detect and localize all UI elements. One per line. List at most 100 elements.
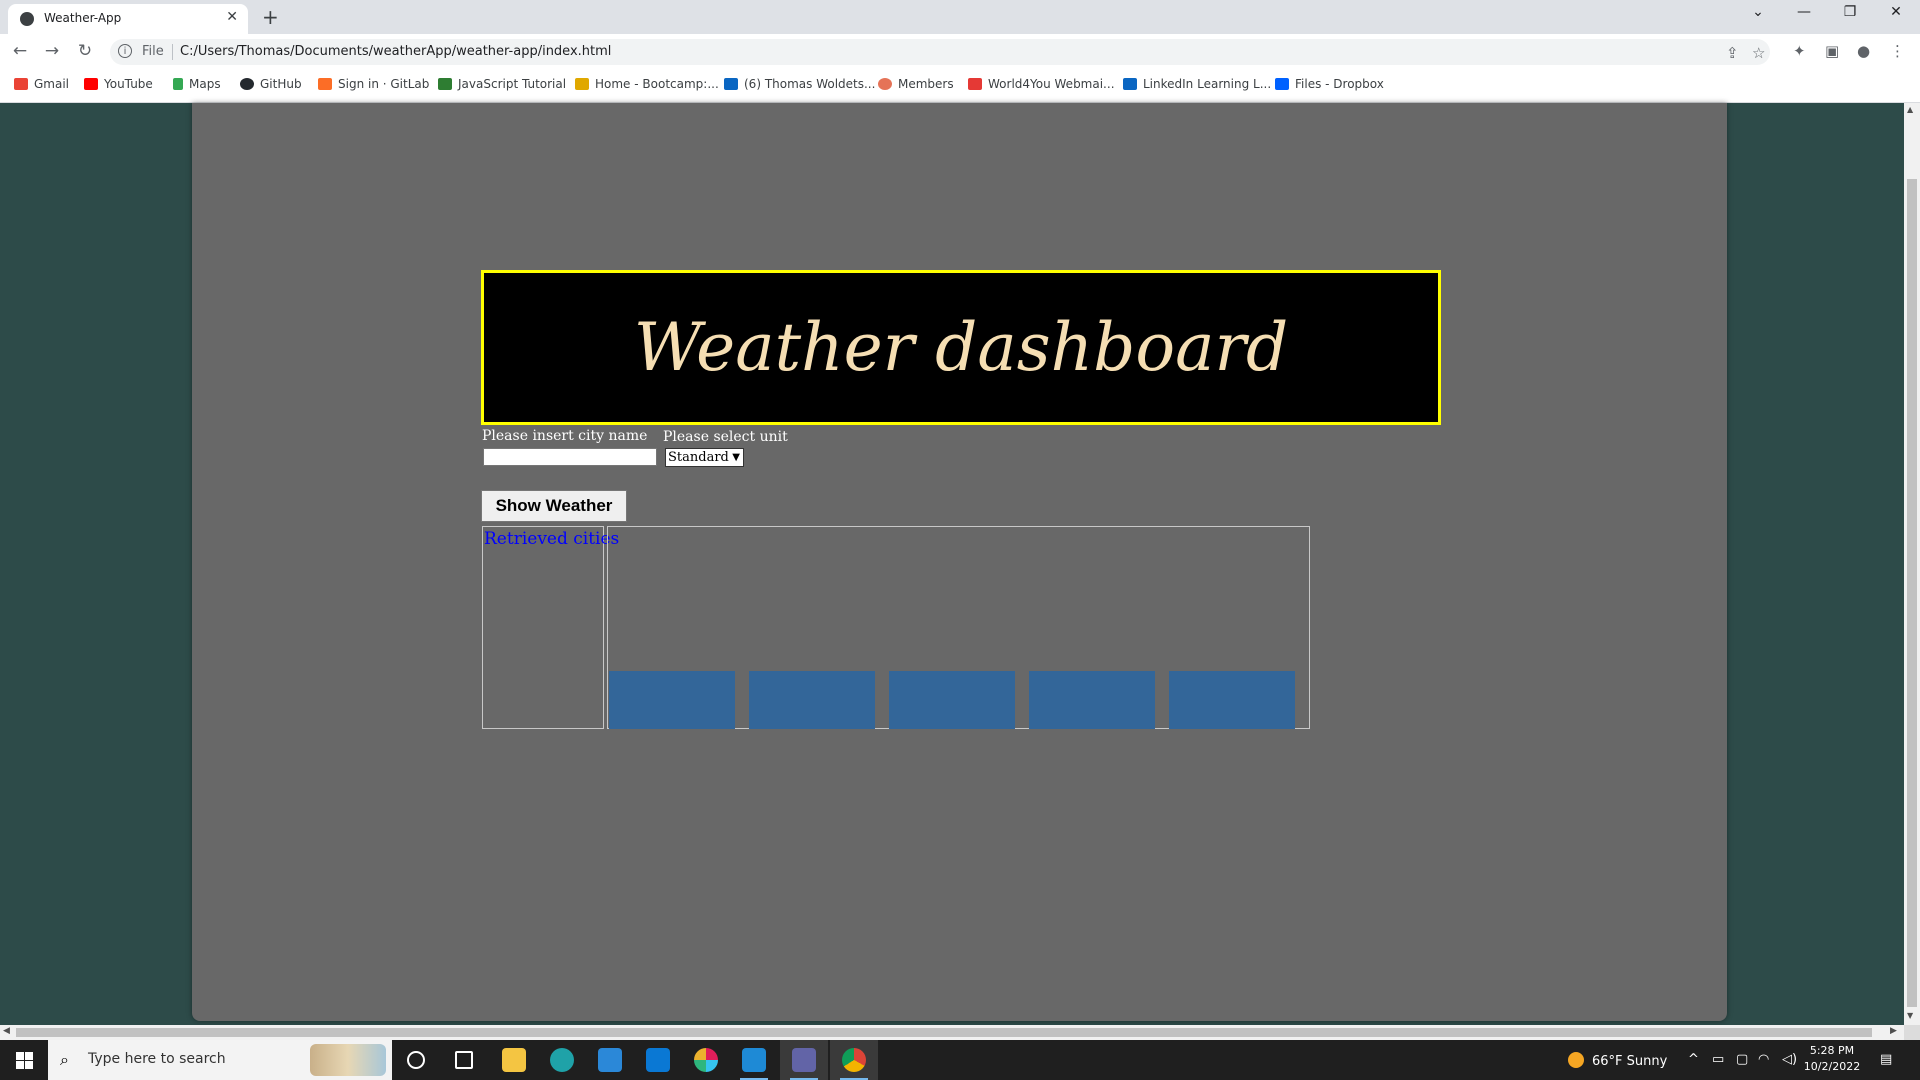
- profile-avatar-icon[interactable]: ●: [1857, 42, 1870, 60]
- slack-icon: [694, 1048, 718, 1072]
- scroll-left-arrow-icon[interactable]: ◀: [3, 1026, 10, 1036]
- webcam-icon[interactable]: ▢: [1736, 1052, 1748, 1067]
- scrollbar-corner: [1904, 1025, 1920, 1040]
- notifications-icon[interactable]: ▤: [1880, 1052, 1892, 1067]
- menu-kebab-icon[interactable]: ⋮: [1890, 42, 1905, 60]
- bookmark-gmail[interactable]: Gmail: [14, 77, 69, 91]
- bootcamp-icon: [575, 78, 589, 90]
- bookmark-github[interactable]: GitHub: [240, 77, 302, 91]
- vertical-scroll-thumb[interactable]: [1907, 179, 1917, 1007]
- chevron-down-icon: ▼: [732, 452, 740, 463]
- weather-widget[interactable]: 66°F Sunny: [1568, 1052, 1667, 1069]
- taskbar-teams[interactable]: [780, 1040, 828, 1080]
- side-panel-icon[interactable]: ▣: [1825, 42, 1839, 60]
- bookmark-dropbox[interactable]: Files - Dropbox: [1275, 77, 1384, 91]
- system-clock[interactable]: 5:28 PM 10/2/2022: [1800, 1043, 1864, 1075]
- browser-toolbar: ← → ↻ i File C:/Users/Thomas/Documents/w…: [0, 34, 1920, 70]
- gmail-icon: [14, 78, 28, 90]
- page-viewport: Weather dashboard Please insert city nam…: [0, 103, 1904, 1025]
- volume-icon[interactable]: ◁): [1782, 1052, 1797, 1067]
- unit-select[interactable]: Standard ▼: [665, 448, 744, 467]
- forecast-card: [1169, 671, 1295, 729]
- bookmark-world4you[interactable]: World4You Webmai...: [968, 77, 1115, 91]
- browser-tab[interactable]: Weather-App ✕: [8, 4, 248, 34]
- taskbar-edge[interactable]: [538, 1040, 586, 1080]
- task-view-icon: [455, 1051, 473, 1069]
- chrome-icon: [842, 1048, 866, 1072]
- scroll-right-arrow-icon[interactable]: ▶: [1890, 1026, 1897, 1036]
- taskbar-search[interactable]: ⌕ Type here to search: [48, 1040, 392, 1080]
- forecast-card: [1029, 671, 1155, 729]
- header-banner: Weather dashboard: [481, 270, 1441, 425]
- bookmark-linkedin-profile[interactable]: (6) Thomas Woldets...: [724, 77, 875, 91]
- vertical-scrollbar[interactable]: ▲ ▼: [1904, 103, 1920, 1025]
- scroll-up-arrow-icon[interactable]: ▲: [1907, 105, 1913, 114]
- windows-logo-icon: [16, 1052, 24, 1060]
- url-text[interactable]: C:/Users/Thomas/Documents/weatherApp/wea…: [180, 44, 611, 59]
- back-arrow-icon[interactable]: ←: [8, 41, 32, 61]
- taskbar-file-explorer[interactable]: [490, 1040, 538, 1080]
- show-hidden-icons-icon[interactable]: ^: [1688, 1052, 1699, 1067]
- show-weather-button[interactable]: Show Weather: [481, 490, 627, 522]
- task-view-button[interactable]: [440, 1040, 488, 1080]
- dropbox-icon: [1275, 78, 1289, 90]
- close-window-icon[interactable]: ✕: [1876, 4, 1916, 20]
- teams-icon: [792, 1048, 816, 1072]
- clock-time: 5:28 PM: [1809, 1044, 1855, 1057]
- bookmark-members[interactable]: Members: [878, 77, 954, 91]
- folder-icon: [502, 1048, 526, 1072]
- start-button[interactable]: [0, 1040, 48, 1080]
- search-placeholder: Type here to search: [88, 1051, 226, 1067]
- bookmark-linkedin-learning[interactable]: LinkedIn Learning L...: [1123, 77, 1271, 91]
- wifi-icon[interactable]: ◠: [1758, 1052, 1769, 1067]
- minimize-icon[interactable]: —: [1784, 4, 1824, 20]
- search-icon: ⌕: [60, 1050, 69, 1069]
- reload-icon[interactable]: ↻: [73, 41, 97, 61]
- taskbar-store[interactable]: [586, 1040, 634, 1080]
- mail-icon: [646, 1048, 670, 1072]
- close-tab-icon[interactable]: ✕: [226, 9, 238, 25]
- bookmark-bootcamp[interactable]: Home - Bootcamp:...: [575, 77, 719, 91]
- store-bag-icon: [598, 1048, 622, 1072]
- address-bar[interactable]: i File C:/Users/Thomas/Documents/weather…: [110, 39, 1770, 65]
- taskbar-vscode[interactable]: [730, 1040, 778, 1080]
- bookmark-gitlab[interactable]: Sign in · GitLab: [318, 77, 429, 91]
- horizontal-scrollbar[interactable]: ◀ ▶: [0, 1025, 1904, 1040]
- edge-icon: [550, 1048, 574, 1072]
- browser-tab-bar: Weather-App ✕ + ⌄ — ❐ ✕: [0, 0, 1920, 34]
- new-tab-icon[interactable]: +: [262, 5, 279, 29]
- github-icon: [240, 78, 254, 90]
- unit-label: Please select unit: [663, 429, 788, 445]
- forecast-card: [609, 671, 735, 729]
- city-label: Please insert city name: [482, 428, 648, 444]
- taskbar-mail[interactable]: [634, 1040, 682, 1080]
- city-input[interactable]: [483, 448, 657, 466]
- youtube-icon: [84, 78, 98, 90]
- forward-arrow-icon[interactable]: →: [40, 41, 64, 61]
- horizontal-scroll-thumb[interactable]: [16, 1028, 1872, 1037]
- share-icon[interactable]: ⇪: [1726, 44, 1739, 62]
- vscode-icon: [742, 1048, 766, 1072]
- forecast-card: [889, 671, 1015, 729]
- extensions-puzzle-icon[interactable]: ✦: [1793, 42, 1806, 60]
- bookmark-youtube[interactable]: YouTube: [84, 77, 153, 91]
- cortana-button[interactable]: [392, 1040, 440, 1080]
- bookmark-maps[interactable]: Maps: [173, 77, 221, 91]
- retrieved-cities-title: Retrieved cities: [484, 529, 620, 549]
- search-highlight-image: [310, 1044, 386, 1076]
- taskbar-chrome[interactable]: [830, 1040, 878, 1080]
- bookmark-javascript-tutorial[interactable]: JavaScript Tutorial: [438, 77, 566, 91]
- main-container: Weather dashboard Please insert city nam…: [192, 103, 1727, 1021]
- taskbar-slack[interactable]: [682, 1040, 730, 1080]
- gitlab-icon: [318, 78, 332, 90]
- battery-icon[interactable]: ▭: [1712, 1052, 1724, 1067]
- w3-icon: [438, 78, 452, 90]
- star-bookmark-icon[interactable]: ☆: [1752, 44, 1765, 62]
- members-icon: [878, 78, 892, 90]
- scroll-down-arrow-icon[interactable]: ▼: [1907, 1011, 1913, 1020]
- clock-date: 10/2/2022: [1803, 1060, 1861, 1073]
- restore-icon[interactable]: ❐: [1830, 4, 1870, 20]
- tab-search-chevron-icon[interactable]: ⌄: [1738, 4, 1778, 20]
- world4you-icon: [968, 78, 982, 90]
- info-icon[interactable]: i: [118, 44, 132, 58]
